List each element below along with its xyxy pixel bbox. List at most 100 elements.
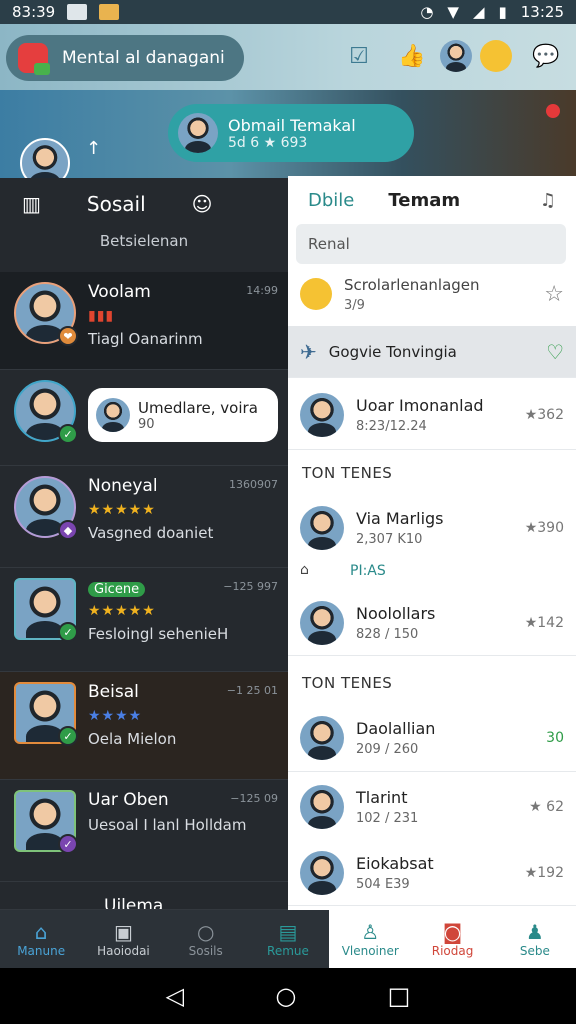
contact-sub: 828 / 150: [356, 626, 419, 642]
app-logo-icon: [18, 43, 50, 75]
chat-time: 14:99: [246, 284, 278, 297]
rating-stars: ★★★★★: [88, 603, 156, 619]
star-outline-icon[interactable]: ☆: [544, 282, 564, 307]
bottom-nav: ⌂ Manune ▣ Haoiodai ○ Sosils ▤ Remue ♙ Vlenoi…: [0, 910, 576, 968]
heart-check-icon[interactable]: ♡: [546, 340, 564, 364]
nav-viewer[interactable]: ♙ Vlenoiner: [329, 910, 412, 968]
contact-row[interactable]: Via Marligs 2,307 K10 ★390: [288, 496, 576, 560]
tab-social[interactable]: Sosail: [87, 192, 146, 216]
contact-score: ★192: [524, 864, 564, 881]
chat-row[interactable]: ◆ Noneyal ★★★★★ Vasgned doaniet 1360907: [0, 466, 288, 568]
item-sub: 3/9: [344, 297, 365, 313]
contact-name: Noolollars: [356, 603, 436, 623]
nav-home[interactable]: ⌂ Manune: [0, 910, 83, 968]
chat-name: Beisal: [88, 682, 139, 702]
nav-riodag[interactable]: ◙ Riodag: [411, 910, 494, 968]
tab-dbile[interactable]: Dbile: [308, 190, 354, 211]
contact-avatar: [300, 506, 344, 550]
chat-tag: Gicene: [88, 582, 146, 597]
nav-social[interactable]: ○ Sosils: [164, 910, 247, 968]
stats-icon: ↑: [86, 138, 102, 159]
popup-avatar: [96, 398, 130, 432]
chat-name: Noneyal: [88, 476, 158, 496]
tab-temam[interactable]: Temam: [388, 190, 460, 211]
alarm-icon: ◔: [420, 3, 434, 21]
contact-sub: 209 / 260: [356, 741, 419, 757]
left-tabs: ▥ Sosail ☺: [0, 178, 288, 230]
chat-preview: Tiagl Oanarinm: [88, 330, 203, 348]
rating-stars: ★★★★: [88, 708, 143, 724]
popup-sub: 90: [138, 416, 155, 432]
contact-avatar: [300, 785, 344, 829]
chat-time: −125 09: [230, 792, 278, 805]
smile-emoji-icon[interactable]: [480, 40, 512, 72]
chat-row[interactable]: Uilema: [0, 882, 288, 910]
bell-icon[interactable]: ♫: [540, 190, 556, 211]
list-item[interactable]: Scrolarlenanlagen 3/9 ☆: [288, 266, 576, 322]
chat-time: −1 25 01: [226, 684, 278, 697]
chat-row[interactable]: ✓ Beisal ★★★★ Oela Mielon −1 25 01: [0, 672, 288, 780]
contact-score: ★362: [524, 406, 564, 423]
nav-remue[interactable]: ▤ Remue: [246, 910, 330, 968]
section-header: TON TENES: [302, 674, 393, 692]
message-popup[interactable]: Umedlare, voira 90: [88, 388, 278, 442]
contact-sub: 8:23/12.24: [356, 418, 427, 434]
bag-icon: ◙: [442, 920, 463, 944]
contact-row[interactable]: Daolallian 209 / 260 30: [288, 704, 576, 772]
rating-stars: ★★★★★: [88, 502, 156, 518]
status-badge: ✓: [58, 424, 78, 444]
google-item[interactable]: ✈ Gogvie Tonvingia ♡: [288, 326, 576, 378]
status-bar: 83:39 ◔ ▼ ◢ ▮ 13:25: [0, 0, 576, 24]
status-badge: ✓: [58, 622, 78, 642]
thumbs-up-icon[interactable]: 👍: [398, 42, 426, 70]
chat-preview: Fesloingl sehenieH: [88, 625, 229, 643]
contact-name: Via Marligs: [356, 509, 444, 528]
home-icon: ⌂: [34, 920, 48, 944]
back-icon[interactable]: ◁: [166, 982, 184, 1010]
nav-history[interactable]: ▣ Haoiodai: [82, 910, 165, 968]
app-title-pill[interactable]: Mental al danagani: [6, 35, 244, 81]
featured-name: Obmail Temakal: [228, 115, 356, 135]
contact-row[interactable]: Noolollars 828 / 150 ★142: [288, 590, 576, 656]
search-input[interactable]: Renal: [296, 224, 566, 264]
system-navigation-bar: ◁ ○ □: [0, 968, 576, 1024]
home-circle-icon[interactable]: ○: [275, 982, 296, 1010]
featured-contact-pill[interactable]: Obmail Temakal 5d 6 ★ 693: [168, 104, 414, 162]
chat-indicators: ▮▮▮: [88, 308, 115, 324]
chat-preview: Uesoal I lanl Holldam: [88, 816, 247, 834]
status-badge: ✓: [58, 834, 78, 854]
contact-avatar: [300, 392, 344, 437]
profile-avatar[interactable]: [440, 40, 472, 72]
checklist-icon[interactable]: ☑: [345, 42, 373, 70]
google-item-label: Gogvie Tonvingia: [328, 342, 457, 361]
featured-sub: 5d 6 ★ 693: [228, 134, 308, 151]
nav-profile[interactable]: ♟ Sebe: [493, 910, 576, 968]
chat-bubble-icon[interactable]: 💬: [532, 42, 560, 70]
chat-name: Uilema: [104, 896, 164, 910]
contact-row[interactable]: Eiokabsat 504 E39 ★192: [288, 840, 576, 906]
status-badge: ✓: [58, 726, 78, 746]
status-badge: ❤: [58, 326, 78, 346]
bird-icon: ✈: [300, 339, 317, 364]
chat-row[interactable]: ❤ Voolam ▮▮▮ Tiagl Oanarinm 14:99: [0, 272, 288, 370]
chat-preview: Oela Mielon: [88, 730, 177, 748]
chat-row[interactable]: ✓ Uar Oben Uesoal I lanl Holldam −125 09: [0, 780, 288, 882]
history-icon: ▣: [113, 920, 133, 944]
emoji-icon: [300, 278, 332, 310]
battery-icon: ▮: [498, 3, 507, 21]
home-chart-icon[interactable]: ▥: [22, 192, 41, 216]
popup-title: Umedlare, voira: [138, 398, 258, 417]
person-icon[interactable]: ☺: [192, 192, 213, 216]
contact-row[interactable]: Tlarint 102 / 231 ★ 62: [288, 774, 576, 840]
item-name: Scrolarlenanlagen: [344, 275, 480, 294]
contact-sub: 504 E39: [356, 876, 410, 892]
signal-icon: ◢: [472, 3, 485, 21]
status-time-right: 13:25: [520, 3, 564, 21]
contact-sub: 2,307 K10: [356, 532, 423, 547]
right-tabs: Dbile Temam ♫: [288, 178, 576, 222]
recents-icon[interactable]: □: [388, 982, 411, 1010]
chat-name: Uar Oben: [88, 790, 169, 810]
chat-row[interactable]: ✓ Gicene ★★★★★ Fesloingl sehenieH −125 9…: [0, 568, 288, 672]
status-time-left: 83:39: [12, 3, 56, 21]
contact-row[interactable]: Uoar Imonanlad 8:23/12.24 ★362: [288, 380, 576, 450]
